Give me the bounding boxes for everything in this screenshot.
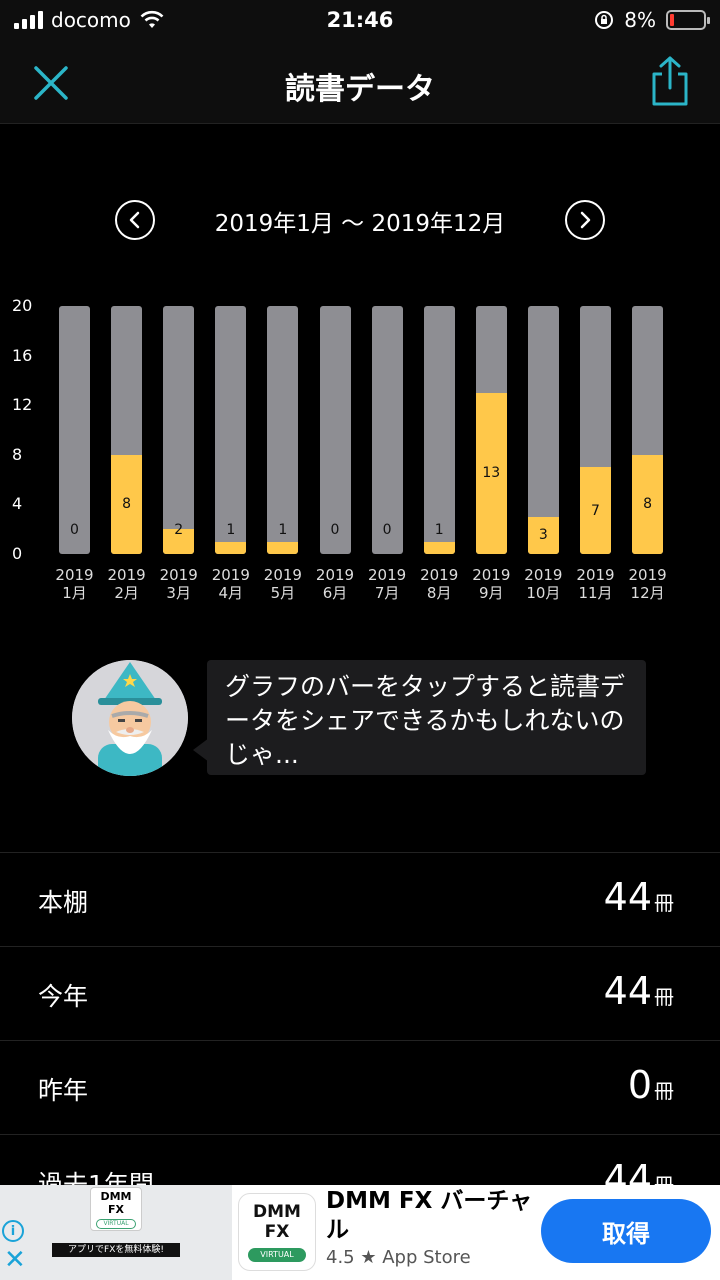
ad-small-badge: VIRTUAL bbox=[96, 1219, 136, 1229]
chart-data-label: 1 bbox=[226, 522, 236, 538]
chart-data-label: 0 bbox=[330, 522, 340, 538]
ad-title: DMM FX バーチャル bbox=[326, 1188, 533, 1243]
stat-unit: 冊 bbox=[654, 891, 674, 915]
x-tick-label: 2019 11月 bbox=[576, 566, 615, 602]
chart-data-label: 0 bbox=[70, 522, 79, 538]
ad-info-icon[interactable]: i bbox=[2, 1220, 24, 1242]
chart-bar[interactable]: 2 bbox=[163, 306, 195, 554]
chart-bar[interactable]: 8 bbox=[111, 306, 143, 554]
wizard-avatar bbox=[72, 660, 188, 776]
orientation-lock-icon bbox=[595, 11, 614, 29]
x-tick-label: 2019 2月 bbox=[107, 566, 146, 602]
x-tick-label: 2019 7月 bbox=[368, 566, 407, 602]
status-right: 8% bbox=[594, 8, 710, 32]
stat-row-this-year: 今年 44 冊 bbox=[0, 947, 720, 1041]
ad-creative[interactable]: DMM FX VIRTUAL アプリでFXを無料体験! i ✕ bbox=[0, 1185, 232, 1280]
chart-data-label: 3 bbox=[538, 527, 548, 544]
period-selector: 2019年1月 〜 2019年12月 bbox=[0, 198, 720, 242]
stat-unit: 冊 bbox=[654, 985, 674, 1009]
ad-small-logo: DMM FX VIRTUAL bbox=[90, 1187, 142, 1231]
hint-speech-bubble: グラフのバーをタップすると読書データをシェアできるかもしれないのじゃ... bbox=[207, 660, 646, 775]
x-tick-label: 2019 1月 bbox=[55, 566, 94, 602]
ad-icon-badge: VIRTUAL bbox=[248, 1248, 306, 1262]
chart-bar[interactable]: 7 bbox=[580, 306, 611, 554]
page-title: 読書データ bbox=[285, 72, 435, 107]
chart-bar-fill bbox=[215, 541, 247, 554]
battery-label: 8% bbox=[624, 8, 656, 32]
chart-data-label: 7 bbox=[591, 502, 600, 519]
stat-unit: 冊 bbox=[654, 1079, 674, 1103]
ad-rating: 4.5 ★ App Store bbox=[326, 1247, 471, 1268]
status-bar: docomo 21:46 8% bbox=[0, 0, 720, 40]
stat-value: 44 冊 bbox=[604, 875, 674, 919]
x-tick-label: 2019 10月 bbox=[524, 566, 563, 602]
chart-data-label: 2 bbox=[174, 522, 184, 538]
y-tick-label: 12 bbox=[12, 395, 33, 415]
stat-number: 44 bbox=[603, 969, 652, 1013]
chart-bar[interactable]: 0 bbox=[371, 306, 403, 554]
share-icon[interactable] bbox=[646, 54, 694, 108]
ad-banner[interactable]: DMM FX VIRTUAL アプリでFXを無料体験! i ✕ DMM FX V… bbox=[0, 1185, 720, 1280]
x-tick-label: 2019 3月 bbox=[159, 566, 198, 602]
x-tick-label: 2019 5月 bbox=[263, 566, 302, 602]
stat-label: 今年 bbox=[38, 982, 89, 1011]
chart-bar-fill bbox=[267, 541, 299, 554]
chart-bar[interactable]: 3 bbox=[527, 306, 559, 554]
y-tick-label: 16 bbox=[12, 345, 33, 365]
stat-row-bookshelf: 本棚 44 冊 bbox=[0, 853, 720, 947]
stat-row-last-year: 昨年 0 冊 bbox=[0, 1041, 720, 1135]
stat-value: 44 冊 bbox=[604, 969, 674, 1013]
ad-get-button[interactable]: 取得 bbox=[541, 1199, 711, 1263]
x-tick-label: 2019 12月 bbox=[628, 566, 667, 602]
chart-bar[interactable]: 8 bbox=[632, 306, 664, 554]
chart-bar[interactable]: 13 bbox=[475, 306, 507, 554]
chart-bar[interactable]: 1 bbox=[215, 306, 247, 554]
battery-icon bbox=[666, 10, 710, 30]
chevron-right-icon bbox=[580, 211, 591, 229]
stat-value: 0 冊 bbox=[628, 1063, 674, 1107]
nav-bar: 読書データ bbox=[0, 40, 720, 124]
period-label: 2019年1月 〜 2019年12月 bbox=[214, 211, 506, 237]
chart-bar[interactable]: 0 bbox=[59, 306, 90, 554]
chart-data-label: 1 bbox=[434, 522, 444, 538]
ad-strip-text: アプリでFXを無料体験! bbox=[52, 1243, 180, 1257]
chart-bar-fill bbox=[423, 541, 455, 554]
monthly-reading-chart: 20 16 12 8 4 0 0 2019 1月 8 2019 2月 2 2019 3月 1 2019 4月 1 20… bbox=[0, 290, 720, 610]
chart-data-label: 8 bbox=[122, 496, 132, 513]
chart-bar[interactable]: 0 bbox=[319, 306, 351, 554]
chart-data-label: 13 bbox=[482, 465, 501, 482]
chart-bar[interactable]: 1 bbox=[423, 306, 455, 554]
chart-data-label: 0 bbox=[382, 522, 392, 538]
chart-data-label: 1 bbox=[278, 522, 288, 538]
ad-app-icon[interactable]: DMM FX VIRTUAL bbox=[238, 1193, 316, 1271]
stats-list: 本棚 44 冊 今年 44 冊 昨年 0 冊 過去1年間 44 冊 bbox=[0, 852, 720, 1229]
stat-label: 昨年 bbox=[38, 1076, 89, 1105]
ad-small-logo-text: DMM FX bbox=[100, 1190, 132, 1216]
x-tick-label: 2019 4月 bbox=[211, 566, 250, 602]
ad-close-icon[interactable]: ✕ bbox=[4, 1247, 26, 1273]
y-tick-label: 4 bbox=[12, 494, 23, 514]
stat-label: 本棚 bbox=[38, 888, 89, 917]
x-tick-label: 2019 9月 bbox=[472, 566, 511, 602]
stat-number: 0 bbox=[627, 1063, 652, 1107]
x-tick-label: 2019 8月 bbox=[420, 566, 459, 602]
next-period-button[interactable] bbox=[565, 200, 605, 240]
chart-bar[interactable]: 1 bbox=[267, 306, 299, 554]
stat-number: 44 bbox=[603, 875, 652, 919]
chart-data-label: 8 bbox=[643, 496, 653, 513]
y-tick-label: 8 bbox=[12, 444, 23, 464]
ad-icon-text: DMM FX bbox=[253, 1202, 301, 1242]
y-tick-label: 20 bbox=[12, 296, 33, 315]
x-tick-label: 2019 6月 bbox=[315, 566, 355, 602]
y-tick-label: 0 bbox=[12, 544, 23, 563]
